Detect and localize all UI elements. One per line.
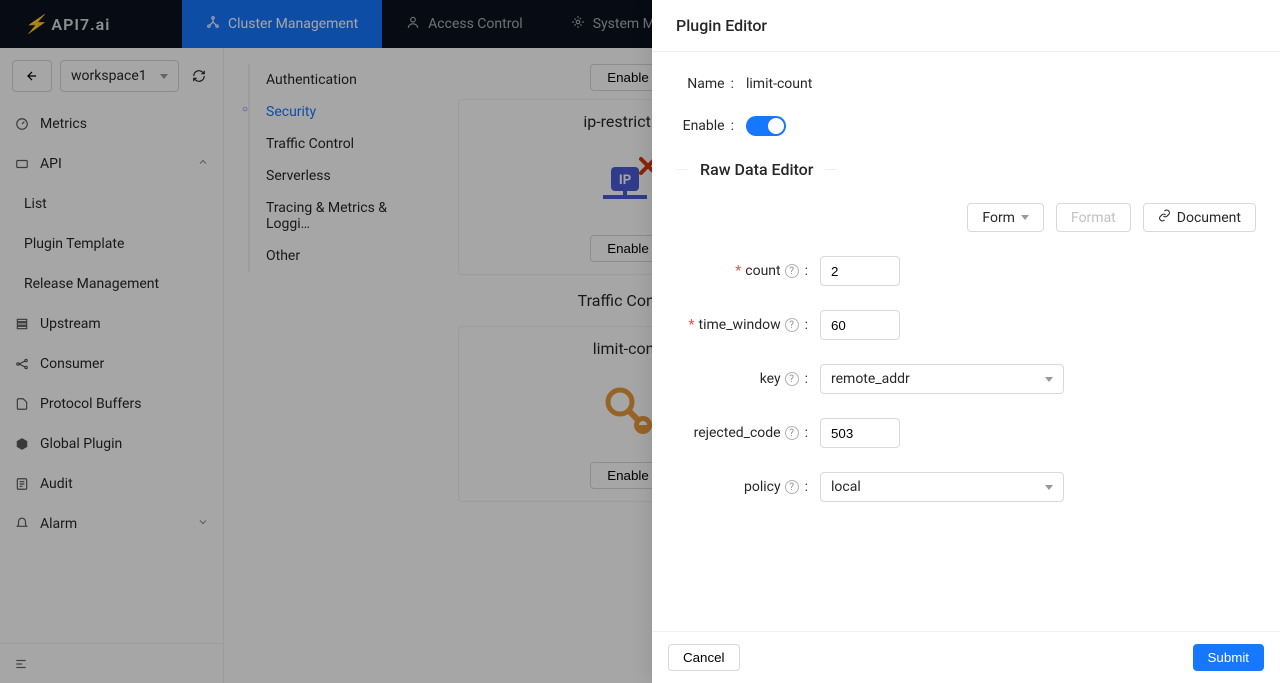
policy-select[interactable]: local [820, 472, 1064, 502]
time-window-input[interactable] [820, 310, 900, 340]
help-icon[interactable]: ? [785, 318, 799, 332]
help-icon[interactable]: ? [785, 372, 799, 386]
rejected-code-input[interactable] [820, 418, 900, 448]
drawer-title: Plugin Editor [652, 0, 1280, 52]
chevron-down-icon [1045, 485, 1053, 490]
count-input[interactable] [820, 256, 900, 286]
cancel-button[interactable]: Cancel [668, 644, 740, 671]
chevron-down-icon [1021, 215, 1029, 220]
enable-toggle[interactable] [746, 116, 786, 136]
plugin-name-value: limit-count [746, 76, 1256, 92]
form-mode-select[interactable]: Form [967, 203, 1044, 232]
help-icon[interactable]: ? [785, 480, 799, 494]
help-icon[interactable]: ? [785, 264, 799, 278]
chevron-down-icon [1045, 377, 1053, 382]
raw-data-editor-title: Raw Data Editor [676, 160, 1256, 179]
key-select[interactable]: remote_addr [820, 364, 1064, 394]
plugin-editor-drawer: Plugin Editor Name: limit-count Enable: … [652, 0, 1280, 683]
help-icon[interactable]: ? [785, 426, 799, 440]
submit-button[interactable]: Submit [1193, 644, 1264, 671]
format-button[interactable]: Format [1056, 203, 1131, 232]
link-icon [1158, 209, 1171, 226]
document-button[interactable]: Document [1143, 203, 1256, 232]
